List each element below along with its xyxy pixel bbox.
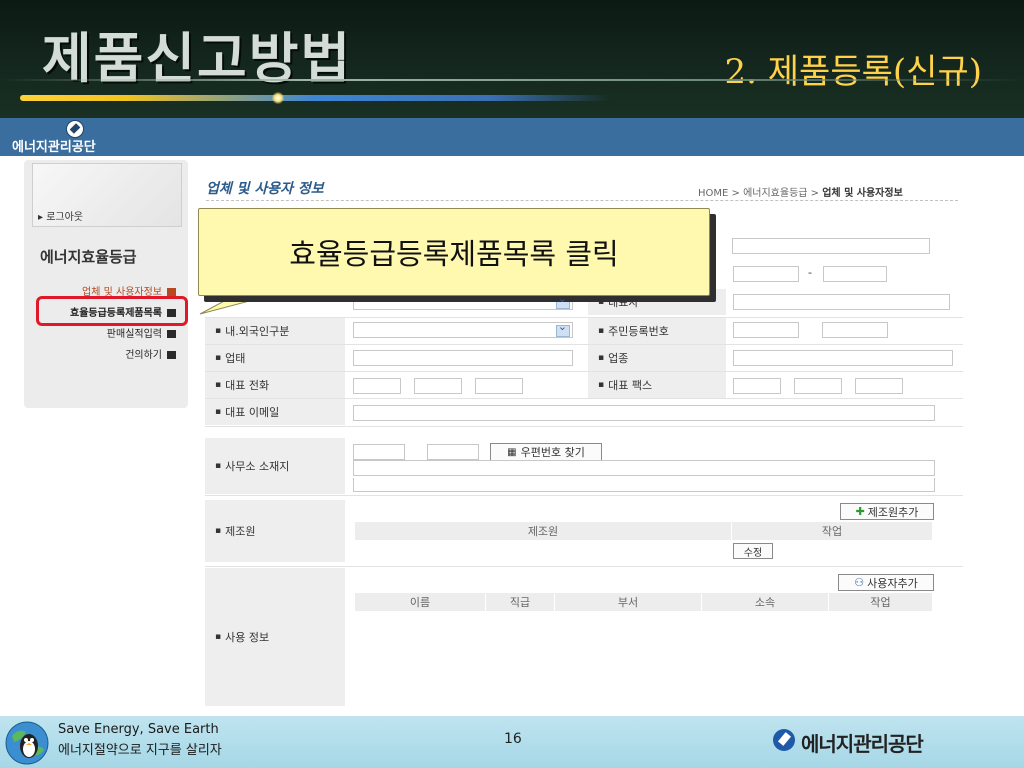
manufacturer-table-header: 작업	[732, 522, 932, 540]
page-number: 16	[504, 731, 522, 747]
company-name-field[interactable]	[732, 238, 930, 254]
user-info-label: 사용 정보	[205, 568, 345, 706]
add-manufacturer-button[interactable]: ✚ 제조원추가	[840, 503, 934, 520]
resident-no-field-1[interactable]	[733, 322, 799, 338]
sidebar-menu-title: 에너지효율등급	[40, 248, 137, 266]
fax-label: 대표 팩스	[588, 372, 726, 398]
breadcrumb: HOME > 에너지효율등급 > 업체 및 사용자정보	[698, 184, 903, 199]
title-divider	[206, 200, 958, 202]
sidebar-item-label: 판매실적입력	[106, 329, 162, 340]
manufacturer-table-header: 제조원	[355, 522, 731, 540]
phone-field-3[interactable]	[475, 378, 523, 394]
row-divider	[205, 566, 963, 567]
arrow-right-icon	[167, 330, 176, 338]
footer-slogan-en: Save Energy, Save Earth	[58, 722, 219, 737]
resident-no-label: 주민등록번호	[588, 318, 726, 344]
phone-field-1[interactable]	[353, 378, 401, 394]
phone-label: 대표 전화	[205, 372, 345, 398]
company-type-select[interactable]	[353, 292, 573, 310]
sidebar-item-suggestion[interactable]: 건의하기	[36, 346, 176, 361]
address-field-2[interactable]	[353, 478, 935, 492]
user-table-header: 이름	[355, 593, 485, 611]
add-manufacturer-label: 제조원추가	[867, 505, 919, 519]
header-light-dot	[272, 92, 284, 104]
business-no-dash: -	[808, 266, 812, 279]
earth-penguin-icon	[5, 721, 49, 765]
sidebar-item-label: 건의하기	[125, 350, 162, 361]
business-item-field[interactable]	[733, 350, 953, 366]
address-field-1[interactable]	[353, 460, 935, 476]
footer-agency-logo-text: 에너지관리공단	[801, 732, 924, 756]
highlight-box	[36, 296, 188, 326]
user-table-header: 작업	[829, 593, 932, 611]
breadcrumb-path[interactable]: HOME > 에너지효율등급 >	[698, 188, 822, 199]
arrow-right-icon	[167, 351, 176, 359]
user-table-header: 부서	[555, 593, 701, 611]
business-item-label: 업종	[588, 345, 726, 371]
fax-field-1[interactable]	[733, 378, 781, 394]
business-type-field[interactable]	[353, 350, 573, 366]
logout-link[interactable]: ▸ 로그아웃	[38, 208, 83, 223]
agency-logo-text[interactable]: 에너지관리공단	[12, 136, 96, 155]
representative-field[interactable]	[733, 294, 950, 310]
row-divider	[205, 426, 963, 427]
zipcode-search-label: 우편번호 찾기	[520, 446, 585, 459]
breadcrumb-current: 업체 및 사용자정보	[822, 188, 903, 199]
phone-field-2[interactable]	[414, 378, 462, 394]
email-field[interactable]	[353, 405, 935, 421]
user-icon: ⚇	[854, 576, 865, 589]
add-user-label: 사용자추가	[867, 576, 918, 590]
zipcode-search-button[interactable]: ▦ 우편번호 찾기	[490, 443, 602, 461]
agency-logo-icon	[773, 729, 795, 751]
office-address-label: 사무소 소재지	[205, 438, 345, 494]
header-light-streak	[20, 95, 610, 101]
manufacturer-label: 제조원	[205, 500, 345, 562]
edit-button[interactable]: 수정	[733, 543, 773, 559]
footer-slogan-ko: 에너지절약으로 지구를 살리자	[58, 743, 222, 758]
citizen-type-select[interactable]	[353, 320, 573, 338]
resident-no-field-2[interactable]	[822, 322, 888, 338]
arrow-right-icon	[167, 288, 176, 296]
user-table-header: 직급	[486, 593, 554, 611]
slide-subtitle: 2. 제품등록(신규)	[724, 52, 982, 92]
app-top-bar	[0, 118, 1024, 156]
user-table-header: 소속	[702, 593, 828, 611]
header-divider	[0, 79, 1024, 81]
binoculars-icon: ▦	[507, 446, 517, 458]
citizen-type-label: 내.외국인구분	[205, 318, 345, 344]
callout-box: 효율등급등록제품목록 클릭	[198, 208, 710, 296]
add-user-button[interactable]: ⚇ 사용자추가	[838, 574, 934, 591]
business-no-field-2[interactable]	[823, 266, 887, 282]
plus-icon: ✚	[855, 505, 865, 518]
fax-field-2[interactable]	[794, 378, 842, 394]
business-type-label: 업태	[205, 345, 345, 371]
sidebar-item-sales-input[interactable]: 판매실적입력	[36, 325, 176, 340]
zipcode-field-2[interactable]	[427, 444, 479, 460]
section-title: 업체 및 사용자 정보	[206, 181, 324, 197]
row-divider	[205, 495, 963, 496]
fax-field-3[interactable]	[855, 378, 903, 394]
email-label: 대표 이메일	[205, 399, 345, 425]
zipcode-field-1[interactable]	[353, 444, 405, 460]
slide-title: 제품신고방법	[42, 26, 353, 90]
business-no-field-1[interactable]	[733, 266, 799, 282]
